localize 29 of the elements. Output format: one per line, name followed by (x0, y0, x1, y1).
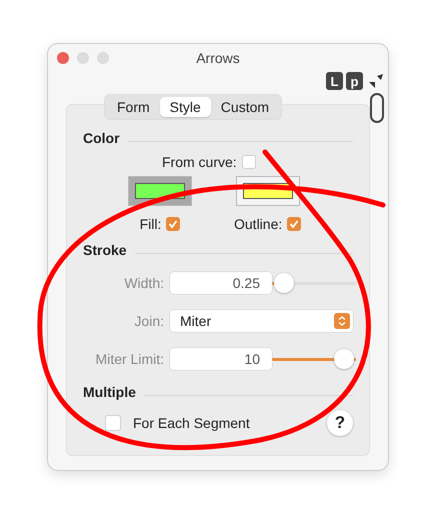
checkbox-label: For Each Segment (133, 415, 251, 431)
arrows-icon[interactable] (368, 73, 384, 89)
stepper-icon (334, 313, 350, 329)
window-title: Arrows (196, 50, 240, 66)
join-dropdown[interactable]: Miter (170, 310, 353, 332)
section-heading: Multiple (83, 384, 136, 400)
tab[interactable]: Style (160, 97, 211, 117)
help-button[interactable]: ? (327, 410, 353, 436)
check-icon (167, 218, 180, 230)
miter-limit-field[interactable]: 10 (170, 348, 272, 370)
field-label: Miter Limit: (94, 351, 165, 367)
width-field[interactable]: 0.25 (170, 272, 272, 294)
close-button[interactable] (57, 52, 69, 64)
checkbox-label: From curve: (162, 154, 237, 170)
field-label: Width: (123, 275, 165, 291)
checkbox[interactable] (166, 217, 180, 231)
toolbar-badge[interactable]: L (326, 72, 343, 90)
checkbox-label: Outline: (234, 216, 282, 232)
toolbar-badge[interactable]: p (346, 72, 363, 90)
checkbox[interactable] (242, 155, 256, 169)
section-heading: Color (83, 130, 120, 146)
check-icon (288, 218, 300, 230)
field-label: Join: (133, 313, 165, 329)
checkbox-label: Fill: (140, 216, 162, 232)
tab[interactable]: Form (107, 97, 160, 117)
section-heading: Stroke (83, 242, 127, 258)
checkbox[interactable] (287, 217, 302, 231)
tab[interactable]: Custom (210, 97, 280, 117)
checkbox[interactable] (105, 415, 121, 431)
